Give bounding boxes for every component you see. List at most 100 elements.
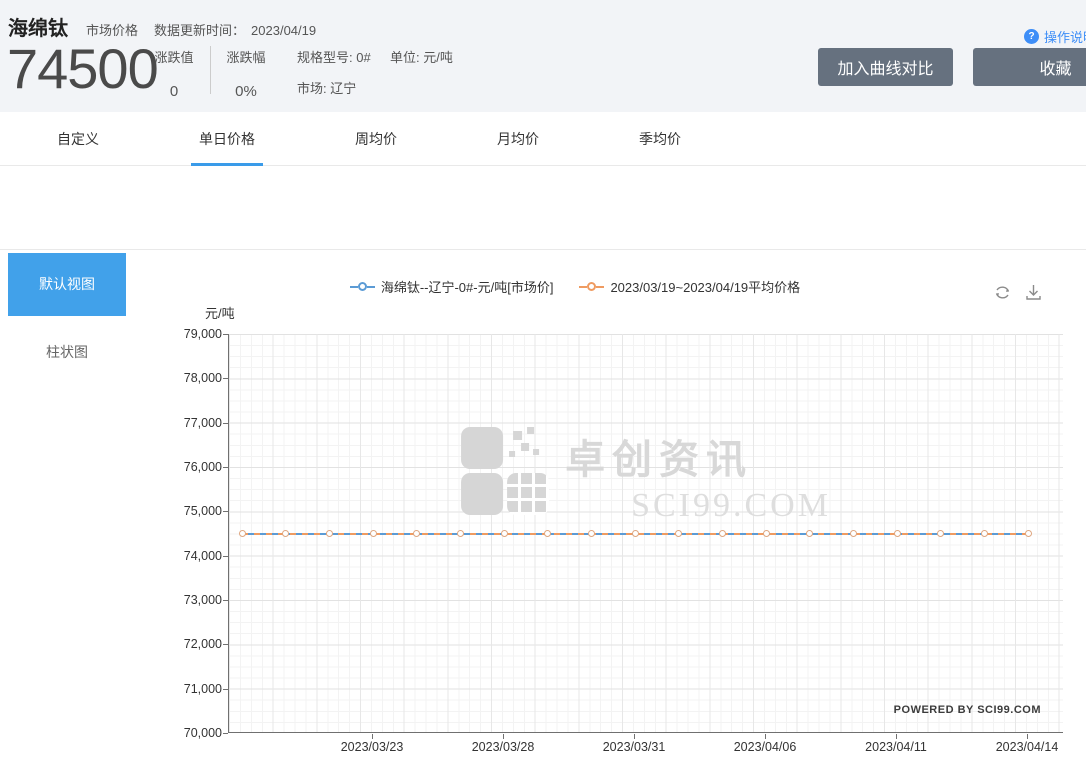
x-tick-mark (372, 734, 373, 739)
tab-3[interactable]: 月均价 (497, 112, 539, 166)
data-point-marker[interactable] (326, 530, 333, 537)
y-axis-labels: 79,00078,00077,00076,00075,00074,00073,0… (135, 334, 222, 733)
data-point-marker[interactable] (763, 530, 770, 537)
y-tick-label: 76,000 (135, 460, 222, 474)
y-tick-label: 78,000 (135, 371, 222, 385)
download-icon[interactable] (1024, 283, 1043, 302)
change-value-block: 涨跌值 0 (150, 47, 198, 100)
spec-model: 规格型号: 0# (297, 47, 371, 66)
x-axis-labels: 2023/03/232023/03/282023/03/312023/04/06… (228, 740, 1063, 758)
y-tick-mark (223, 644, 228, 645)
x-tick-label: 2023/03/28 (453, 740, 553, 754)
x-tick-label: 2023/03/23 (322, 740, 422, 754)
legend-item-0[interactable]: 海绵钛--辽宁-0#-元/吨[市场价] (350, 277, 554, 296)
help-link[interactable]: ? 操作说明 (1024, 27, 1086, 46)
data-point-marker[interactable] (675, 530, 682, 537)
data-point-marker[interactable] (457, 530, 464, 537)
x-tick-mark (765, 734, 766, 739)
data-point-marker[interactable] (937, 530, 944, 537)
view-sidebar: 默认视图柱状图 (0, 251, 135, 772)
view-option-1[interactable]: 柱状图 (8, 342, 126, 362)
y-tick-mark (223, 423, 228, 424)
spec-block: 规格型号: 0# 市场: 辽宁 (297, 47, 371, 97)
current-price: 74500 (7, 36, 158, 101)
data-point-marker[interactable] (501, 530, 508, 537)
y-tick-label: 79,000 (135, 327, 222, 341)
data-point-marker[interactable] (806, 530, 813, 537)
y-axis-unit: 元/吨 (205, 303, 235, 322)
favorite-button[interactable]: 收藏 (973, 48, 1086, 86)
x-tick-mark (1027, 734, 1028, 739)
y-tick-mark (223, 600, 228, 601)
legend-marker-line (596, 286, 604, 288)
filter-bar: 时间周期 1个月3个月1年 2023/03/19 至 2023/04/19 确定 (0, 167, 1086, 250)
change-pct-value: 0% (222, 83, 270, 100)
legend-marker-circle (358, 282, 367, 291)
data-point-marker[interactable] (370, 530, 377, 537)
market-name: 市场: 辽宁 (297, 78, 371, 97)
question-icon: ? (1024, 29, 1039, 44)
update-time-label: 数据更新时间： (154, 20, 245, 39)
legend-marker-circle (587, 282, 596, 291)
y-tick-mark (223, 556, 228, 557)
change-value: 0 (150, 83, 198, 100)
main: 默认视图柱状图 海绵钛--辽宁-0#-元/吨[市场价] 2023/03/19~20… (0, 251, 1086, 772)
chart-legend: 海绵钛--辽宁-0#-元/吨[市场价] 2023/03/19~2023/04/19… (135, 277, 1015, 296)
data-point-marker[interactable] (588, 530, 595, 537)
watermark-en: SCI99.COM (631, 487, 831, 525)
data-point-marker[interactable] (413, 530, 420, 537)
data-point-marker[interactable] (544, 530, 551, 537)
view-option-0[interactable]: 默认视图 (8, 253, 126, 316)
tab-0[interactable]: 自定义 (57, 112, 99, 166)
chart-card: 海绵钛--辽宁-0#-元/吨[市场价] 2023/03/19~2023/04/19… (135, 251, 1086, 772)
tab-label: 单日价格 (199, 129, 255, 149)
active-tab-underline (191, 163, 263, 166)
data-point-marker[interactable] (894, 530, 901, 537)
data-point-marker[interactable] (632, 530, 639, 537)
x-tick-mark (896, 734, 897, 739)
tab-1[interactable]: 单日价格 (199, 112, 255, 166)
watermark: 卓创资讯 SCI99.COM (461, 427, 831, 525)
change-value-label: 涨跌值 (150, 47, 198, 66)
sci99-logo (461, 427, 549, 515)
y-tick-mark (223, 511, 228, 512)
refresh-icon[interactable] (993, 283, 1012, 302)
update-time-value: 2023/04/19 (251, 23, 316, 38)
x-tick-label: 2023/04/11 (846, 740, 946, 754)
tab-label: 月均价 (497, 129, 539, 149)
y-tick-mark (223, 467, 228, 468)
legend-marker-line (350, 286, 358, 288)
x-tick-label: 2023/03/31 (584, 740, 684, 754)
data-point-marker[interactable] (239, 530, 246, 537)
x-tick-mark (634, 734, 635, 739)
plot-area: 卓创资讯 SCI99.COM POWERED BY SCI99.COM (228, 334, 1063, 733)
x-tick-label: 2023/04/14 (977, 740, 1077, 754)
legend-label: 海绵钛--辽宁-0#-元/吨[市场价] (381, 277, 554, 296)
y-tick-label: 75,000 (135, 504, 222, 518)
legend-item-1[interactable]: 2023/03/19~2023/04/19平均价格 (579, 277, 800, 296)
add-curve-compare-button[interactable]: 加入曲线对比 (818, 48, 953, 86)
watermark-text: 卓创资讯 SCI99.COM (565, 427, 831, 525)
data-point-marker[interactable] (1025, 530, 1032, 537)
change-pct-label: 涨跌幅 (222, 47, 270, 66)
tab-2[interactable]: 周均价 (355, 112, 397, 166)
data-point-marker[interactable] (981, 530, 988, 537)
y-tick-mark (223, 733, 228, 734)
data-point-marker[interactable] (282, 530, 289, 537)
tab-label: 周均价 (355, 129, 397, 149)
page: 海绵钛 市场价格 数据更新时间： 2023/04/19 ? 操作说明 74500… (0, 0, 1086, 772)
legend-label: 2023/03/19~2023/04/19平均价格 (610, 277, 800, 296)
x-tick-mark (503, 734, 504, 739)
header: 海绵钛 市场价格 数据更新时间： 2023/04/19 ? 操作说明 74500… (0, 0, 1086, 112)
legend-marker-line (579, 286, 587, 288)
tab-label: 自定义 (57, 129, 99, 149)
watermark-cn: 卓创资讯 (565, 427, 831, 485)
change-pct-block: 涨跌幅 0% (222, 47, 270, 100)
tab-4[interactable]: 季均价 (639, 112, 681, 166)
data-point-marker[interactable] (850, 530, 857, 537)
y-tick-label: 77,000 (135, 416, 222, 430)
data-point-marker[interactable] (719, 530, 726, 537)
chart-tools (993, 283, 1043, 302)
unit-label: 单位: 元/吨 (390, 47, 453, 66)
powered-by-label: POWERED BY SCI99.COM (894, 704, 1041, 716)
